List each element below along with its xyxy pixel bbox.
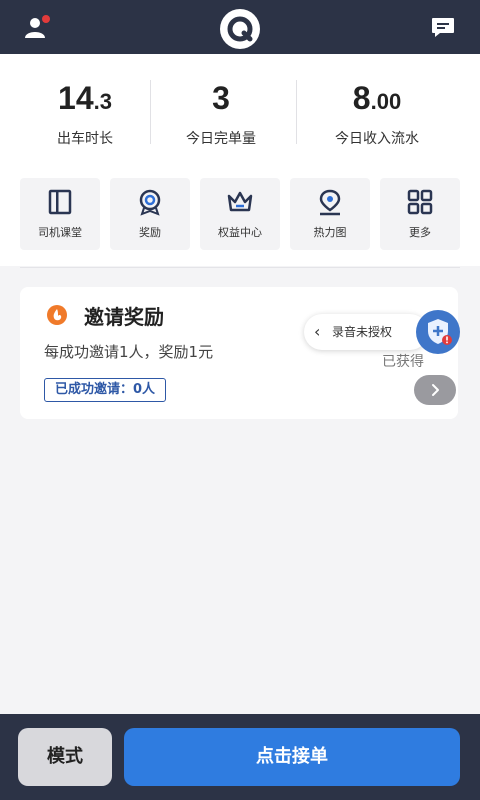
chevron-right-icon [432,384,439,396]
invited-count-badge: 已成功邀请：0人 [44,378,167,402]
stat-value: 14.3 [58,80,112,116]
book-icon [48,189,72,215]
stat-orders-today[interactable]: 3 今日完单量 [146,78,296,148]
card-arrow-button[interactable] [414,375,456,405]
bottom-bar: 模式 点击接单 [0,714,480,800]
stat-label: 今日完单量 [186,131,256,147]
divider [20,267,460,268]
medal-icon [139,189,161,216]
tool-more[interactable]: 更多 [380,178,460,250]
stat-online-duration[interactable]: 14.3 出车时长 [10,78,160,148]
tool-label: 司机课堂 [38,226,82,239]
invite-reward-card[interactable]: 邀请奖励 每成功邀请1人，奖励1元 已成功邀请：0人 已获得 [20,287,458,419]
top-bar [0,0,480,54]
user-profile-icon[interactable] [24,14,52,40]
grid-icon [407,189,433,215]
stat-label: 出车时长 [57,131,113,147]
tool-label: 奖励 [139,226,161,239]
stat-value: 8.00 [352,80,402,116]
map-pin-icon [319,189,341,216]
app-logo-icon [220,9,260,49]
divider [296,80,297,144]
tool-label: 热力图 [313,226,347,239]
tool-benefits[interactable]: 权益中心 [200,178,280,250]
stat-label: 今日收入流水 [335,131,419,147]
tool-label: 更多 [409,226,431,239]
mode-button[interactable]: 模式 [18,728,112,786]
tool-heatmap[interactable]: 热力图 [290,178,370,250]
card-title: 邀请奖励 [84,305,164,329]
tool-driver-class[interactable]: 司机课堂 [20,178,100,250]
crown-icon [227,191,253,212]
chevron-left-icon: ‹ [314,322,321,341]
recording-text: 录音未授权 [332,325,393,339]
invite-reward-icon [47,305,67,325]
stats-panel: 14.3 出车时长 3 今日完单量 8.00 今日收入流水 [0,54,480,162]
message-icon[interactable] [430,16,456,40]
tools-row: 司机课堂 奖励 权益中心 热力图 更多 [0,162,480,266]
tool-label: 权益中心 [218,226,262,239]
shield-alert-icon[interactable] [410,310,466,354]
earned-label: 已获得 [382,354,424,370]
stat-value: 3 [212,80,230,116]
stat-income-today[interactable]: 8.00 今日收入流水 [302,78,452,148]
accept-orders-button[interactable]: 点击接单 [124,728,460,786]
card-description: 每成功邀请1人，奖励1元 [44,343,214,361]
tool-reward[interactable]: 奖励 [110,178,190,250]
